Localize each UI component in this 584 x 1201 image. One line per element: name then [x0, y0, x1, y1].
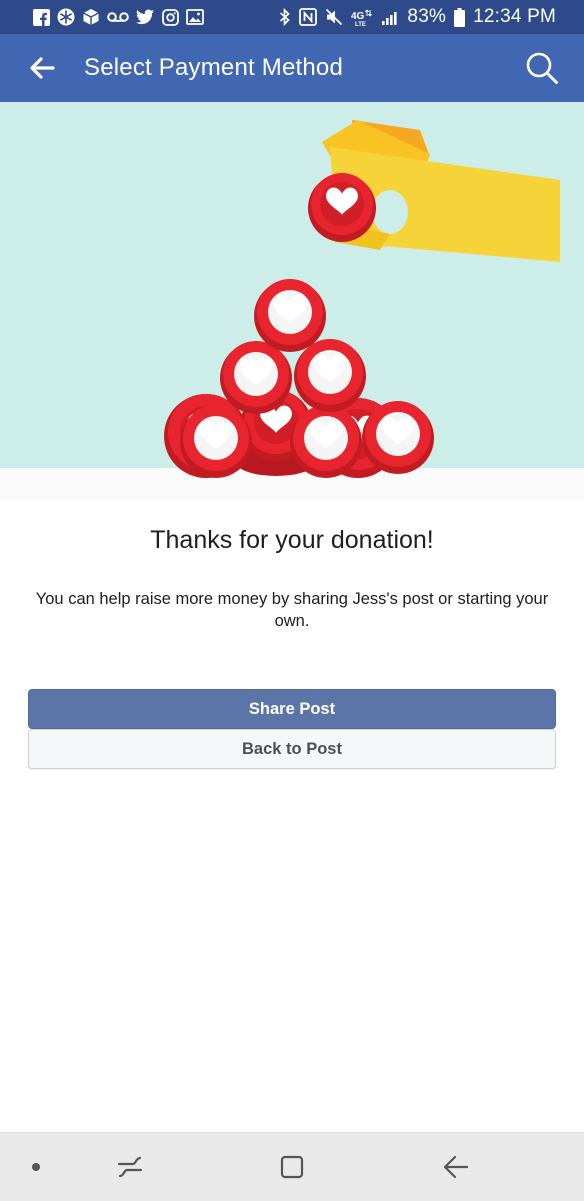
search-icon[interactable]: [522, 48, 562, 88]
back-to-post-button[interactable]: Back to Post: [28, 729, 556, 769]
gallery-icon: [186, 8, 204, 26]
status-left-icons: [32, 8, 204, 26]
thanks-heading: Thanks for your donation!: [150, 526, 434, 554]
battery-icon: [454, 7, 466, 27]
mute-icon: [325, 8, 343, 26]
page-title: Select Payment Method: [84, 54, 344, 81]
battery-percent: 83%: [407, 6, 447, 27]
package-icon: [82, 8, 100, 26]
back-icon[interactable]: [436, 1133, 476, 1201]
4g-lte-icon: 4G LTE: [351, 8, 373, 26]
app-bar: Select Payment Method: [0, 34, 584, 102]
snowflake-icon: [57, 8, 75, 26]
home-icon[interactable]: [272, 1133, 312, 1201]
svg-text:LTE: LTE: [355, 22, 366, 26]
dot-icon[interactable]: [16, 1133, 56, 1201]
status-time: 12:34 PM: [473, 6, 556, 27]
share-message: You can help raise more money by sharing…: [35, 590, 549, 630]
svg-text:4G: 4G: [351, 11, 365, 22]
system-nav-bar: [0, 1132, 584, 1201]
signal-icon: [381, 8, 399, 26]
bluetooth-icon: [279, 8, 291, 26]
twitter-icon: [136, 8, 154, 26]
instagram-icon: [161, 8, 179, 26]
facebook-icon: [32, 8, 50, 26]
heart-coin-pile: [164, 279, 434, 478]
share-post-button[interactable]: Share Post: [28, 689, 556, 729]
recent-apps-icon[interactable]: [110, 1133, 150, 1201]
arrow-left-icon[interactable]: [26, 52, 58, 84]
status-right-icons: 4G LTE 83% 12:34 PM: [279, 6, 556, 28]
voicemail-icon: [107, 8, 129, 26]
hero-illustration: [0, 102, 584, 500]
nfc-icon: [299, 8, 318, 26]
status-bar: 4G LTE 83% 12:34 PM: [0, 0, 584, 34]
